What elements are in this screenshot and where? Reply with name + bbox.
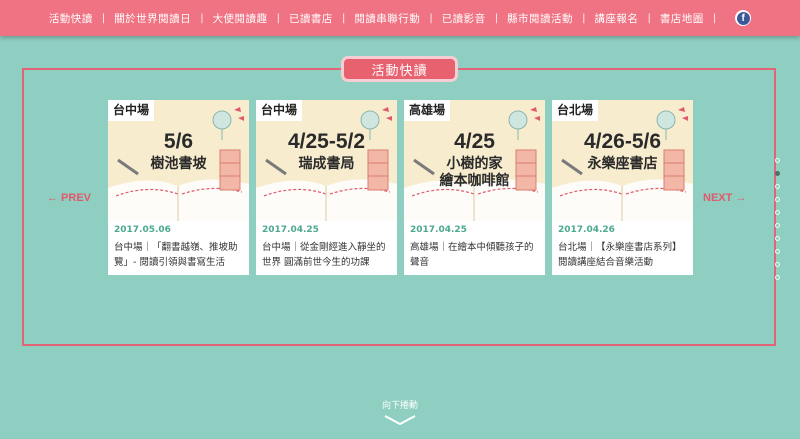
pager-dot[interactable] bbox=[775, 171, 780, 176]
nav-separator: | bbox=[276, 12, 280, 24]
event-card-image: 台北場 4/26-5/6 永樂座書店 bbox=[552, 100, 693, 221]
event-date: 2017.04.25 bbox=[262, 225, 319, 235]
top-nav: 活動快讀 | 關於世界閱讀日 | 大使閱讀趣 | 已讀書店 | 閱讀串聯行動 | 已讀影音 | 縣市閱讀… bbox=[0, 0, 800, 36]
event-card-image: 台中場 4/25-5/2 瑞成書局 bbox=[256, 100, 397, 221]
scroll-down-hint[interactable]: 向下捲動 bbox=[370, 398, 430, 426]
pager-dot[interactable] bbox=[775, 236, 780, 241]
pager-dot[interactable] bbox=[775, 210, 780, 215]
nav-item-9[interactable]: 書店地圖 bbox=[660, 11, 704, 26]
event-card[interactable]: 台中場 4/25-5/2 瑞成書局 2017.04.25 台中場｜從金剛經進入靜坐的世界… bbox=[256, 100, 397, 275]
nav-separator: | bbox=[200, 12, 204, 24]
pager-dot[interactable] bbox=[775, 158, 780, 163]
pager-dot[interactable] bbox=[775, 262, 780, 267]
pager-dot[interactable] bbox=[775, 223, 780, 228]
event-date: 2017.04.25 bbox=[410, 225, 467, 235]
nav-item-6[interactable]: 已讀影音 bbox=[442, 11, 486, 26]
event-card-image: 高雄場 4/25 小樹的家 繪本咖啡館 bbox=[404, 100, 545, 221]
nav-item-5[interactable]: 閱讀串聯行動 bbox=[354, 11, 420, 26]
event-big-date: 5/6 bbox=[163, 130, 194, 153]
event-description: 台北場｜【永樂座書店系列】閱讀講座結合音樂活動 bbox=[558, 242, 682, 268]
event-venue: 樹池書坡 bbox=[150, 156, 207, 172]
nav-item-7[interactable]: 縣市閱讀活動 bbox=[507, 11, 573, 26]
event-description: 台中場｜從金剛經進入靜坐的世界 圓滿前世今生的功課 bbox=[262, 242, 386, 268]
pager-dots bbox=[775, 158, 783, 288]
nav-separator: | bbox=[647, 12, 651, 24]
nav-separator: | bbox=[582, 12, 586, 24]
section-title: 活動快讀 bbox=[341, 56, 458, 82]
prev-button[interactable]: ← PREV bbox=[47, 192, 91, 204]
nav-item-8[interactable]: 講座報名 bbox=[594, 11, 638, 26]
nav-separator: | bbox=[712, 12, 717, 24]
facebook-icon[interactable]: f bbox=[735, 10, 752, 26]
nav-menu: 活動快讀 | 關於世界閱讀日 | 大使閱讀趣 | 已讀書店 | 閱讀串聯行動 | 已讀影音 | 縣市閱讀… bbox=[49, 10, 752, 26]
event-big-date: 4/25 bbox=[454, 130, 495, 153]
event-cards: 台中場 5/6 樹池書坡 2017.05.06 台中場｜「翻書越嶺、推坡助覽」- 閱讀引… bbox=[108, 100, 693, 275]
event-description: 台中場｜「翻書越嶺、推坡助覽」- 閱讀引領與書寫生活 bbox=[114, 242, 238, 268]
event-date: 2017.05.06 bbox=[114, 225, 171, 235]
event-description: 高雄場｜在繪本中傾聽孩子的聲音 bbox=[410, 242, 534, 268]
event-card[interactable]: 高雄場 4/25 小樹的家 繪本咖啡館 2017.04.25 高雄場｜在繪本中傾聽孩子的… bbox=[404, 100, 545, 275]
event-big-date: 4/26-5/6 bbox=[583, 130, 662, 153]
nav-separator: | bbox=[101, 12, 106, 24]
nav-item-3[interactable]: 大使閱讀趣 bbox=[213, 11, 268, 26]
event-venue: 永樂座書店 bbox=[587, 156, 658, 172]
city-tag: 台中場 bbox=[108, 100, 155, 121]
city-tag: 台中場 bbox=[256, 100, 303, 121]
next-button[interactable]: NEXT → bbox=[703, 192, 746, 204]
event-venue: 小樹的家 繪本咖啡館 bbox=[439, 156, 510, 189]
event-card[interactable]: 台北場 4/26-5/6 永樂座書店 2017.04.26 台北場｜【永樂座書店系列】閱… bbox=[552, 100, 693, 275]
city-tag: 台北場 bbox=[552, 100, 599, 121]
pager-dot[interactable] bbox=[775, 197, 780, 202]
event-card[interactable]: 台中場 5/6 樹池書坡 2017.05.06 台中場｜「翻書越嶺、推坡助覽」- 閱讀引… bbox=[108, 100, 249, 275]
nav-item-2[interactable]: 關於世界閱讀日 bbox=[114, 11, 191, 26]
nav-item-1[interactable]: 活動快讀 bbox=[49, 11, 93, 26]
event-big-date: 4/25-5/2 bbox=[287, 130, 366, 153]
nav-item-4[interactable]: 已讀書店 bbox=[289, 11, 333, 26]
event-date: 2017.04.26 bbox=[558, 225, 615, 235]
chevron-down-icon bbox=[384, 415, 416, 426]
pager-dot[interactable] bbox=[775, 249, 780, 254]
nav-separator: | bbox=[494, 12, 499, 24]
city-tag: 高雄場 bbox=[404, 100, 451, 121]
pager-dot[interactable] bbox=[775, 184, 780, 189]
event-card-image: 台中場 5/6 樹池書坡 bbox=[108, 100, 249, 221]
nav-separator: | bbox=[341, 12, 346, 24]
scroll-down-label: 向下捲動 bbox=[381, 401, 418, 411]
nav-separator: | bbox=[429, 12, 433, 24]
event-venue: 瑞成書局 bbox=[298, 156, 355, 172]
pager-dot[interactable] bbox=[775, 275, 780, 280]
